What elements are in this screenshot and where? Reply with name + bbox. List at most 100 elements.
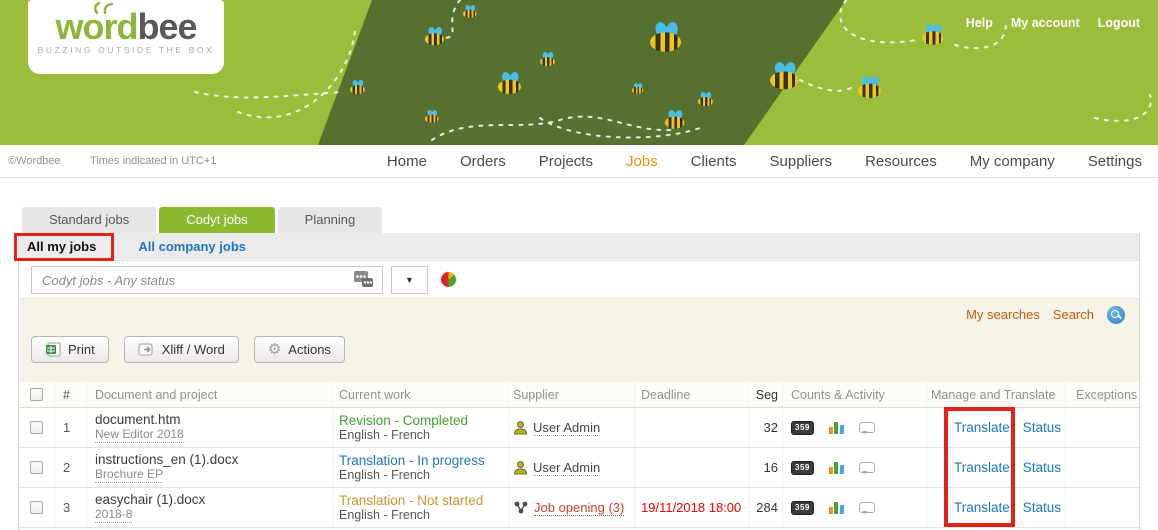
- search-link[interactable]: Search: [1053, 307, 1094, 322]
- bee-icon: [665, 110, 687, 129]
- language-pair: English - French: [339, 428, 468, 443]
- nav-suppliers[interactable]: Suppliers: [770, 153, 833, 170]
- filter-dropdown-button[interactable]: ▼: [391, 266, 428, 294]
- machine-translation-icon[interactable]: [353, 270, 375, 288]
- language-pair: English - French: [339, 508, 483, 523]
- bar-chart-icon[interactable]: [829, 461, 844, 474]
- my-searches-link[interactable]: My searches: [966, 307, 1040, 322]
- col-manage: Manage and Translate: [927, 382, 1066, 407]
- bee-icon: [463, 5, 478, 18]
- nav-clients[interactable]: Clients: [691, 153, 737, 170]
- supplier-link[interactable]: User Admin: [533, 460, 600, 476]
- table-header: # Document and project Current work Supp…: [19, 382, 1139, 408]
- filter-row: ▼: [19, 261, 1139, 298]
- nav-settings[interactable]: Settings: [1088, 153, 1142, 170]
- gear-icon: ⚙: [268, 342, 281, 357]
- work-status: Revision - Completed: [339, 413, 468, 428]
- project-name[interactable]: 2018-8: [95, 507, 132, 523]
- supplier-link[interactable]: User Admin: [533, 420, 600, 436]
- search-icon[interactable]: [1107, 306, 1125, 324]
- col-document: Document and project: [87, 382, 333, 407]
- main-navbar: ©Wordbee Times indicated in UTC+1 Home O…: [0, 145, 1158, 178]
- row-checkbox[interactable]: [30, 461, 43, 474]
- tab-planning[interactable]: Planning: [278, 207, 383, 233]
- document-name[interactable]: document.htm: [95, 412, 184, 427]
- help-link[interactable]: Help: [966, 16, 993, 30]
- bee-icon: [425, 27, 446, 45]
- seg-count: 32: [749, 408, 783, 447]
- timezone-note: Times indicated in UTC+1: [90, 155, 216, 167]
- comment-icon[interactable]: [859, 502, 875, 513]
- project-name[interactable]: Brochure EP: [95, 467, 163, 483]
- word-count-badge[interactable]: 359: [791, 461, 814, 475]
- bar-chart-icon[interactable]: [829, 501, 844, 514]
- word-count-badge[interactable]: 359: [791, 421, 814, 435]
- comment-icon[interactable]: [859, 462, 875, 473]
- translate-link[interactable]: Translate: [954, 420, 1010, 435]
- supplier-link[interactable]: Job opening (3): [534, 500, 624, 516]
- bar-chart-icon[interactable]: [829, 421, 844, 434]
- nav-home[interactable]: Home: [387, 153, 427, 170]
- bee-icon: [922, 24, 946, 45]
- language-pair: English - French: [339, 468, 485, 483]
- row-checkbox[interactable]: [30, 421, 43, 434]
- document-export-icon: [138, 343, 155, 357]
- table-row: 2 instructions_en (1).docx Brochure EP T…: [19, 448, 1139, 488]
- col-num: #: [55, 382, 87, 407]
- word-count-badge[interactable]: 359: [791, 501, 814, 515]
- seg-count: 284: [749, 488, 783, 527]
- work-status: Translation - In progress: [339, 453, 485, 468]
- chevron-down-icon: ▼: [405, 275, 414, 285]
- bee-icon: [498, 72, 524, 94]
- my-account-link[interactable]: My account: [1011, 16, 1080, 30]
- nav-resources[interactable]: Resources: [865, 153, 937, 170]
- job-filter-input[interactable]: [31, 266, 383, 294]
- nav-items: Home Orders Projects Jobs Clients Suppli…: [387, 145, 1142, 178]
- select-all-checkbox[interactable]: [30, 388, 43, 401]
- col-counts: Counts & Activity: [783, 382, 927, 407]
- jobs-tabs: Standard jobs Codyt jobs Planning: [22, 207, 382, 233]
- status-link[interactable]: Status: [1023, 500, 1061, 515]
- tab-standard-jobs[interactable]: Standard jobs: [22, 207, 156, 233]
- logo-tagline: BUZZING OUTSIDE THE BOX: [28, 45, 224, 55]
- pie-chart-icon[interactable]: [440, 271, 457, 288]
- print-excel-icon: [45, 342, 61, 357]
- subtab-all-my-jobs[interactable]: All my jobs: [27, 239, 96, 254]
- print-button[interactable]: Print: [31, 336, 109, 363]
- nav-orders[interactable]: Orders: [460, 153, 506, 170]
- wordbee-logo[interactable]: wordbee BUZZING OUTSIDE THE BOX: [28, 0, 224, 74]
- searches-row: My searches Search: [19, 299, 1139, 330]
- actions-button[interactable]: ⚙ Actions: [254, 336, 345, 363]
- translate-link[interactable]: Translate: [954, 460, 1010, 475]
- logo-antennae: [91, 2, 117, 14]
- subtab-row: All my jobs All company jobs: [19, 233, 1139, 261]
- subtab-all-company-jobs[interactable]: All company jobs: [138, 239, 246, 254]
- col-exceptions: Exceptions: [1066, 382, 1139, 407]
- col-work: Current work: [333, 382, 509, 407]
- comment-icon[interactable]: [859, 422, 875, 433]
- bee-icon: [858, 76, 884, 98]
- actions-section: My searches Search Print Xliff / Word: [19, 298, 1139, 382]
- bee-icon: [425, 110, 440, 123]
- logout-link[interactable]: Logout: [1098, 16, 1140, 30]
- user-icon: [513, 460, 528, 475]
- bee-icon: [650, 22, 685, 52]
- row-checkbox[interactable]: [30, 501, 43, 514]
- bee-icon: [770, 62, 802, 89]
- status-link[interactable]: Status: [1023, 420, 1061, 435]
- table-row: 1 document.htm New Editor 2018 Revision …: [19, 408, 1139, 448]
- tab-codyt-jobs[interactable]: Codyt jobs: [159, 207, 274, 233]
- xliff-word-button[interactable]: Xliff / Word: [124, 336, 239, 363]
- document-name[interactable]: instructions_en (1).docx: [95, 452, 238, 467]
- translate-link[interactable]: Translate: [954, 500, 1010, 515]
- jobs-panel: All my jobs All company jobs ▼ My search…: [18, 233, 1140, 530]
- logo-text: wordbee: [28, 10, 224, 44]
- status-link[interactable]: Status: [1023, 460, 1061, 475]
- nav-projects[interactable]: Projects: [539, 153, 593, 170]
- work-status: Translation - Not started: [339, 493, 483, 508]
- header-banner: wordbee BUZZING OUTSIDE THE BOX Help My …: [0, 0, 1158, 145]
- project-name[interactable]: New Editor 2018: [95, 427, 184, 443]
- nav-jobs[interactable]: Jobs: [626, 153, 658, 170]
- nav-my-company[interactable]: My company: [970, 153, 1055, 170]
- document-name[interactable]: easychair (1).docx: [95, 492, 205, 507]
